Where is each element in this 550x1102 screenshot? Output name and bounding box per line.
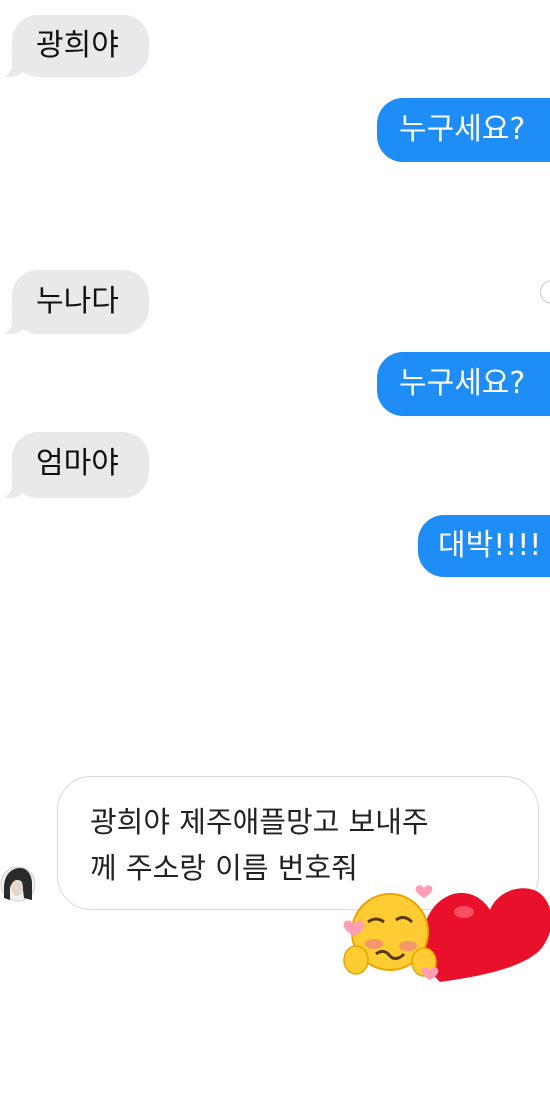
message-text: 누구세요? <box>399 112 526 147</box>
emoji-reaction-group <box>332 850 550 985</box>
woozy-face-icon <box>343 885 439 980</box>
sent-message-bubble[interactable]: 누구세요? <box>377 98 550 162</box>
received-message-bubble[interactable]: 누나다 <box>0 270 149 334</box>
received-message-bubble[interactable]: 광희야 <box>0 15 149 77</box>
message-text: 대박!!!! <box>438 528 542 563</box>
sent-message-bubble[interactable]: 대박!!!! <box>418 515 550 577</box>
message-text: 누나다 <box>36 284 119 319</box>
sent-message-bubble[interactable]: 누구세요? <box>377 352 550 416</box>
message-text-line: 광희야 제주애플망고 보내주 <box>90 805 429 839</box>
received-message-bubble[interactable]: 엄마야 <box>0 432 149 498</box>
red-heart-icon <box>422 888 550 982</box>
reaction-indicator-icon <box>540 280 550 304</box>
avatar[interactable] <box>0 858 36 910</box>
message-text: 엄마야 <box>36 446 119 481</box>
message-text: 누구세요? <box>399 366 526 401</box>
message-text: 광희야 <box>36 28 119 63</box>
